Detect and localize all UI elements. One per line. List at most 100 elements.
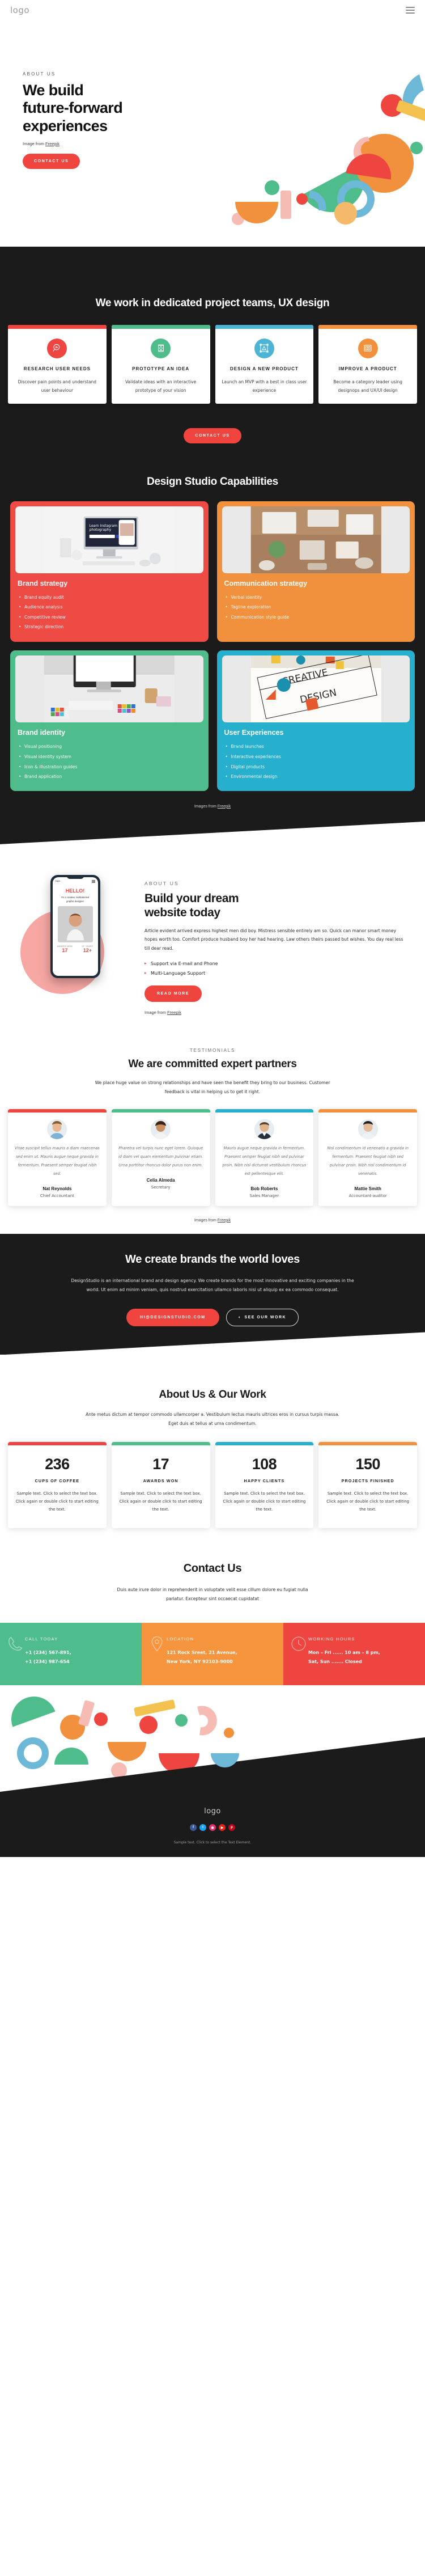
contact-box-title: LOCATION [167, 1636, 194, 1642]
card-color-stripe [8, 325, 107, 329]
process-contact-button[interactable]: CONTACT US [184, 428, 241, 443]
stat-description: Sample text. Click to select the text bo… [15, 1491, 99, 1512]
card-color-stripe [318, 1109, 417, 1113]
stat-card-list: 236 CUPS OF COFFEE Sample text. Click to… [0, 1428, 425, 1529]
hero-title: We build future-forward experiences [23, 82, 210, 135]
capability-card[interactable]: Learn Instagram photography Brand strate… [10, 501, 209, 642]
capabilities-title: Design Studio Capabilities [147, 475, 278, 488]
credit-prefix: Image from [23, 141, 46, 146]
capabilities-image-credit: Images from Freepik [194, 805, 231, 809]
stat-card: 108 HAPPY CLIENTS Sample text. Click to … [215, 1442, 314, 1529]
capability-image: CREATIVE DESIGN [222, 655, 410, 722]
capability-card[interactable]: Brand identity Visual positioning Visual… [10, 650, 209, 791]
footer-logo[interactable]: logo [0, 1807, 425, 1816]
credit-prefix: Images from [194, 804, 218, 809]
stat-label: CUPS OF COFFEE [35, 1478, 80, 1484]
process-card[interactable]: RESEARCH USER NEEDS Discover pain points… [8, 325, 107, 404]
clock-icon [290, 1635, 307, 1655]
phone-stats: AWARDS WON 17 OF YEARS 12+ [53, 945, 98, 953]
testimonial-card[interactable]: Vitae suscipit tellus mauris a diam maec… [8, 1109, 107, 1206]
capability-item: Competitive review [19, 612, 203, 623]
stat-label: AWARDS WON [143, 1478, 178, 1484]
see-our-work-button[interactable]: ◐ SEE OUR WORK [226, 1309, 299, 1326]
stats-lead: Ante metus dictum at tempor commodo ulla… [86, 1412, 339, 1427]
capability-card[interactable]: CREATIVE DESIGN User Experiences Brand l… [217, 650, 415, 791]
process-card-text: Launch an MVP with a best in class user … [222, 379, 307, 393]
phone-hamburger-icon [91, 879, 95, 883]
stats-section: About Us & Our Work Ante metus dictum at… [0, 1355, 425, 1529]
stat-card: 236 CUPS OF COFFEE Sample text. Click to… [8, 1442, 107, 1529]
hero-image-credit: Image from Freepik [23, 141, 425, 146]
testimonial-card[interactable]: Pharetra vel turpis nunc eget lorem. Qui… [111, 1109, 210, 1206]
phone-frame: logo HELLO! I'm a creative multitalented… [50, 874, 100, 978]
location-pin-icon [148, 1635, 165, 1655]
process-card[interactable]: DESIGN A NEW PRODUCT Launch an MVP with … [215, 325, 314, 404]
hamburger-line [406, 7, 415, 8]
freepik-link[interactable]: Freepik [167, 1010, 181, 1015]
process-card[interactable]: PROTOTYPE AN IDEA Validate ideas with an… [112, 325, 210, 404]
about-eyebrow: ABOUT US [144, 880, 179, 886]
freepik-link[interactable]: Freepik [45, 141, 60, 146]
phone-subtitle: I'm a creative multitalented graphic des… [61, 895, 90, 903]
capability-title: Communication strategy [224, 579, 308, 587]
process-card[interactable]: IMPROVE A PRODUCT Become a category lead… [318, 325, 417, 404]
phone-icon [7, 1635, 24, 1655]
prototype-icon [151, 339, 171, 358]
footer-decorative-shapes [0, 1685, 425, 1794]
testimonials-image-credit: Images from Freepik [194, 1219, 231, 1223]
card-color-stripe [318, 1442, 417, 1446]
site-logo[interactable]: logo [10, 5, 29, 15]
twitter-icon[interactable]: t [199, 1824, 206, 1831]
stat-card: 150 PROJECTS FINISHED Sample text. Click… [318, 1442, 417, 1529]
capability-item: Communication style guide [226, 612, 410, 623]
about-title-line-1: Build your dream [144, 891, 239, 905]
freepik-link[interactable]: Freepik [218, 1219, 231, 1223]
capability-item: Tagline exploration [226, 602, 410, 612]
capability-item: Brand application [19, 772, 203, 782]
cta-button-group: HI@DESIGNSTUDIO.COM ◐ SEE OUR WORK [0, 1309, 425, 1326]
hamburger-line [406, 10, 415, 11]
instagram-icon[interactable]: ◉ [209, 1824, 216, 1831]
email-cta-button[interactable]: HI@DESIGNSTUDIO.COM [126, 1309, 219, 1326]
capability-item: Visual positioning [19, 742, 203, 752]
pinterest-icon[interactable]: p [228, 1824, 235, 1831]
contact-section: Contact Us Duis aute irure dolor in repr… [0, 1528, 425, 1686]
testimonial-card[interactable]: Mauris augue neque gravida in fermentum.… [215, 1109, 314, 1206]
card-color-stripe [318, 325, 417, 329]
youtube-icon[interactable]: ▶ [219, 1824, 226, 1831]
card-color-stripe [215, 1109, 314, 1113]
cta-band-body: DesignStudio is an international brand a… [71, 1278, 354, 1292]
about-title: Build your dream website today [144, 891, 408, 920]
facebook-icon[interactable]: f [190, 1824, 197, 1831]
contact-box-title: CALL TODAY [25, 1636, 58, 1642]
card-color-stripe [8, 1109, 107, 1113]
credit-prefix: Image from [144, 1010, 168, 1016]
stats-title: About Us & Our Work [159, 1389, 266, 1401]
about-read-more-button[interactable]: READ MORE [144, 985, 202, 1003]
search-chart-icon [47, 339, 67, 358]
stat-label: HAPPY CLIENTS [244, 1478, 285, 1484]
social-links: f t ◉ ▶ p [0, 1824, 425, 1831]
capability-item: Brand equity audit [19, 593, 203, 603]
phone-portrait-image [57, 906, 93, 943]
testimonial-role: Secretary [151, 1185, 171, 1190]
card-color-stripe [111, 1442, 210, 1446]
hamburger-icon[interactable] [406, 7, 415, 14]
capabilities-card-list: Learn Instagram photography Brand strate… [0, 489, 425, 791]
capability-item: Icon & illustration guides [19, 762, 203, 772]
hero-decorative-shapes [232, 74, 425, 225]
capability-title: Brand identity [18, 729, 66, 737]
capability-card[interactable]: Communication strategy Verbal identity T… [217, 501, 415, 642]
top-bar: logo [0, 0, 425, 20]
hero-contact-button[interactable]: CONTACT US [23, 153, 80, 169]
improve-product-icon [358, 339, 378, 358]
testimonials-eyebrow: TESTIMONIALS [189, 1048, 236, 1054]
footer-copyright: Sample text. Click to select the Text El… [173, 1841, 252, 1845]
card-color-stripe [112, 325, 210, 329]
process-title: We work in dedicated project teams, UX d… [95, 297, 330, 309]
freepik-link[interactable]: Freepik [218, 805, 231, 809]
testimonial-name: Mattie Smith [354, 1186, 381, 1191]
testimonial-card[interactable]: Nisl condimentum id venenatis a gravida … [318, 1109, 417, 1206]
capability-item: Brand launches [226, 742, 410, 752]
stat-value: 150 [355, 1456, 381, 1473]
